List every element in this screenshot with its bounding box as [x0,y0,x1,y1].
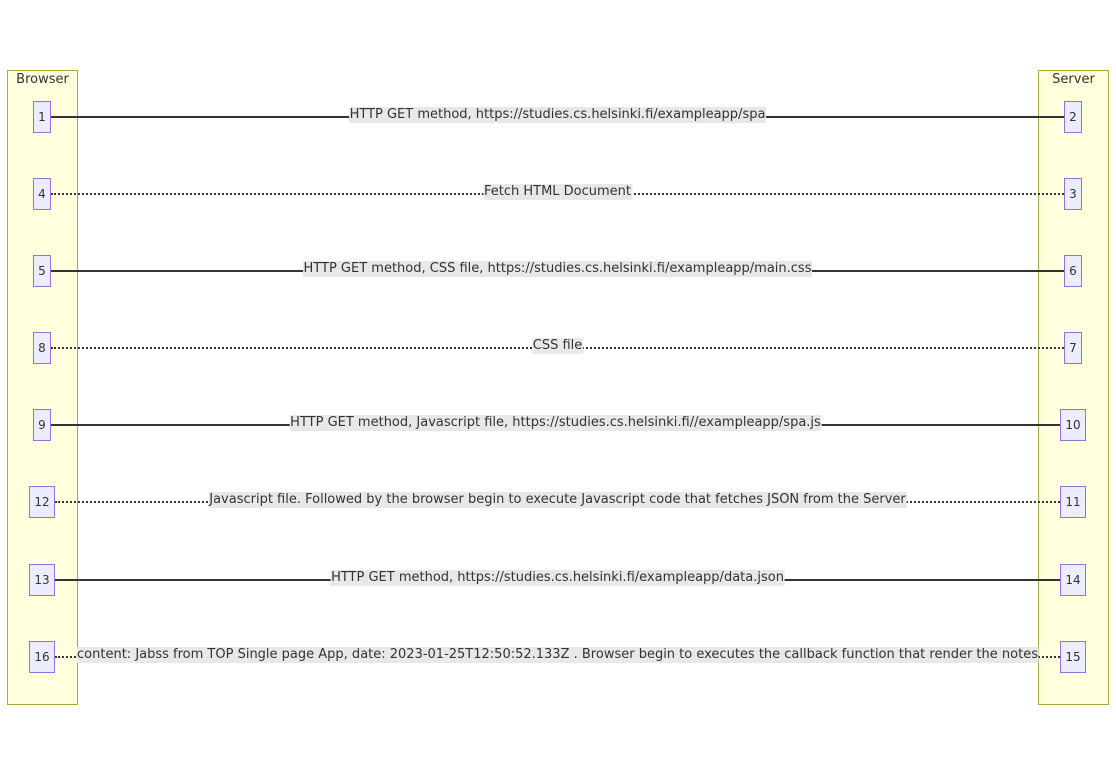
node-left-7: 13 [29,564,55,596]
node-right-3: 6 [1064,255,1082,287]
node-right-2: 3 [1064,178,1082,210]
node-left-1: 1 [33,101,51,133]
node-left-2: 4 [33,178,51,210]
node-right-6: 11 [1060,486,1086,518]
edge-label-4: CSS file [531,338,584,354]
edge-label-8: content: Jabss from TOP Single page App,… [76,647,1039,663]
node-left-3: 5 [33,255,51,287]
node-right-8: 15 [1060,641,1086,673]
node-left-4: 8 [33,332,51,364]
node-left-6: 12 [29,486,55,518]
node-right-5: 10 [1060,409,1086,441]
server-lane-title: Server [1052,72,1095,87]
edge-label-3: HTTP GET method, CSS file, https://studi… [302,261,813,277]
edge-label-7: HTTP GET method, https://studies.cs.hels… [330,570,785,586]
server-lane: Server [1038,70,1109,705]
browser-lane: Browser [7,70,78,705]
edge-label-5: HTTP GET method, Javascript file, https:… [289,415,822,431]
node-left-5: 9 [33,409,51,441]
node-right-1: 2 [1064,101,1082,133]
node-left-8: 16 [29,641,55,673]
node-right-7: 14 [1060,564,1086,596]
browser-lane-title: Browser [16,72,69,87]
edge-label-6: Javascript file. Followed by the browser… [208,492,907,508]
node-right-4: 7 [1064,332,1082,364]
edge-label-2: Fetch HTML Document [482,184,633,200]
edge-label-1: HTTP GET method, https://studies.cs.hels… [348,107,767,123]
